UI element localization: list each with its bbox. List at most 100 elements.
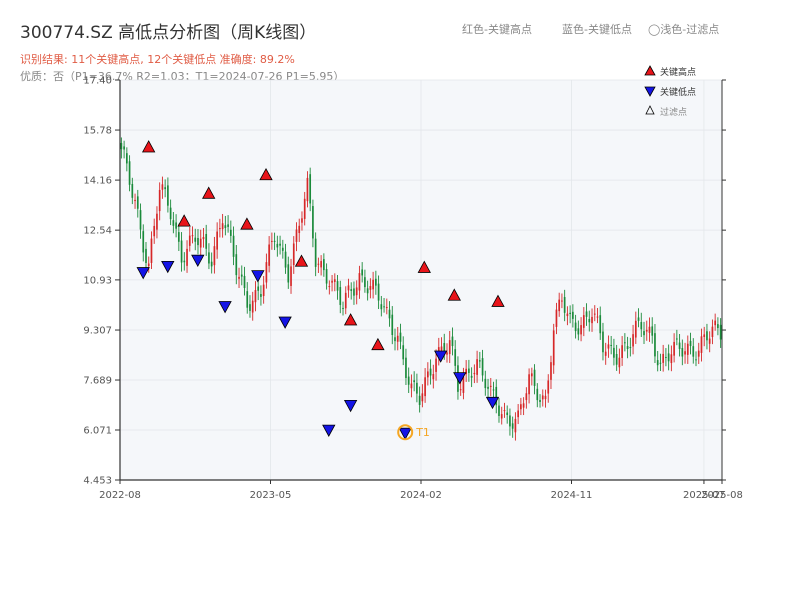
x-tick-label: 2024-02 xyxy=(400,490,442,501)
candle-body xyxy=(369,285,372,290)
legend-high-label: 关键高点 xyxy=(660,66,696,78)
candle-body xyxy=(213,246,216,266)
candle-body xyxy=(708,338,711,344)
candle-body xyxy=(558,299,561,312)
candle-body xyxy=(714,320,717,326)
candle-body xyxy=(413,380,416,383)
candle-body xyxy=(232,235,235,257)
candle-body xyxy=(125,153,128,164)
candle-body xyxy=(662,353,665,363)
t1-label: T1 xyxy=(415,426,430,439)
candle-body xyxy=(692,346,695,357)
candle-body xyxy=(325,269,328,284)
candle-body xyxy=(643,331,645,336)
y-tick-label: 9.307 xyxy=(83,326,112,337)
candle-body xyxy=(689,340,692,347)
candle-body xyxy=(451,336,454,347)
candle-body xyxy=(238,276,240,279)
candle-body xyxy=(243,275,246,288)
candle-body xyxy=(131,183,134,198)
candle-body xyxy=(254,290,257,303)
candle-body xyxy=(295,229,298,242)
candle-body xyxy=(306,177,309,202)
candle-body xyxy=(676,338,678,340)
candle-body xyxy=(580,325,582,335)
candle-body xyxy=(711,326,714,338)
candle-body xyxy=(695,359,697,361)
candle-body xyxy=(426,371,429,378)
candle-body xyxy=(448,340,451,355)
candle-body xyxy=(191,235,194,237)
candle-body xyxy=(541,395,544,400)
candle-body xyxy=(462,376,465,393)
candle-body xyxy=(574,322,577,332)
candle-body xyxy=(593,313,596,315)
candle-body xyxy=(344,292,347,309)
candle-body xyxy=(659,362,662,364)
candle-body xyxy=(498,405,500,416)
candle-body xyxy=(440,346,443,351)
candle-body xyxy=(158,189,161,212)
candle-body xyxy=(186,248,188,266)
candle-body xyxy=(632,334,634,347)
candle-body xyxy=(405,357,407,379)
candle-body xyxy=(194,237,197,242)
candle-body xyxy=(391,314,394,336)
candle-body xyxy=(618,357,621,368)
candle-body xyxy=(314,238,317,267)
candle-body xyxy=(273,240,276,242)
candle-body xyxy=(517,410,519,418)
candle-body xyxy=(528,374,530,395)
result-subtitle: 识别结果: 11个关键高点, 12个关键低点 准确度: 89.2% xyxy=(20,52,295,66)
candle-body xyxy=(342,307,344,309)
candle-body xyxy=(634,320,637,338)
candle-body xyxy=(312,206,314,239)
candle-body xyxy=(183,260,186,263)
candle-body xyxy=(481,358,484,376)
candle-body xyxy=(136,196,139,209)
candle-body xyxy=(240,274,243,277)
candle-body xyxy=(153,225,156,237)
candle-body xyxy=(585,311,588,317)
candle-body xyxy=(169,207,172,220)
y-tick-label: 15.78 xyxy=(83,126,112,137)
candle-body xyxy=(555,309,558,327)
candle-body xyxy=(150,238,153,263)
candle-body xyxy=(621,345,623,358)
candle-body xyxy=(399,332,402,342)
candle-body xyxy=(654,333,656,357)
candle-body xyxy=(383,306,385,308)
candle-body xyxy=(353,288,355,296)
candle-body xyxy=(156,213,158,230)
candle-body xyxy=(271,240,273,242)
candle-body xyxy=(533,369,536,386)
candle-body xyxy=(468,368,470,373)
candle-body xyxy=(358,273,361,291)
candle-body xyxy=(249,304,251,311)
candle-body xyxy=(227,224,229,227)
candle-body xyxy=(563,297,566,313)
candle-body xyxy=(309,174,312,204)
candle-body xyxy=(648,326,651,333)
candle-body xyxy=(229,229,232,236)
candle-body xyxy=(686,343,689,355)
candle-body xyxy=(536,388,539,401)
candle-body xyxy=(572,311,574,319)
candle-body xyxy=(333,279,336,282)
legend-filtered-label: 过滤点 xyxy=(660,106,687,118)
y-tick-label: 6.071 xyxy=(83,426,112,437)
candle-body xyxy=(134,199,136,202)
candle-body xyxy=(235,254,238,276)
candle-body xyxy=(128,161,131,185)
candle-body xyxy=(435,358,437,372)
candle-body xyxy=(216,231,218,250)
candle-body xyxy=(303,198,306,219)
candle-body xyxy=(454,349,457,366)
candle-body xyxy=(328,286,331,288)
candle-body xyxy=(446,352,448,355)
candle-body xyxy=(394,337,396,342)
candle-body xyxy=(320,261,322,268)
candle-body xyxy=(582,315,585,328)
top-legend-filtered: ◯浅色-过滤点 xyxy=(648,22,719,36)
candle-body xyxy=(615,354,618,365)
